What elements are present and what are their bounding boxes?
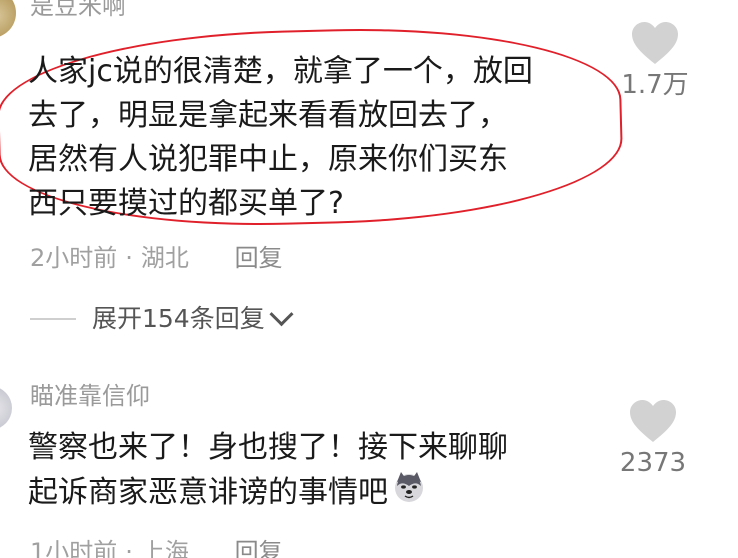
avatar[interactable]	[0, 386, 12, 430]
divider-line	[30, 317, 76, 320]
comment-text: 人家jc说的很清楚，就拿了一个，放回 去了，明显是拿起来看看放回去了， 居然有人…	[28, 54, 533, 221]
expand-replies-label: 展开154条回复	[92, 304, 265, 333]
like-button[interactable]: 2373	[608, 398, 698, 476]
comment-meta: 2小时前 · 湖北 回复	[30, 246, 283, 270]
avatar[interactable]	[0, 0, 16, 38]
separator-dot: ·	[125, 244, 133, 272]
like-count: 2373	[619, 448, 687, 478]
comment-text: 警察也来了！身也搜了！接下来聊聊 起诉商家恶意诽谤的事情吧	[28, 426, 618, 517]
comment-username[interactable]: 是豆米啊	[30, 0, 126, 18]
like-count: 1.7万	[621, 70, 689, 100]
comment-meta: 1小时前 · 上海 回复	[30, 540, 283, 558]
dog-face-emoji-icon	[392, 470, 426, 517]
chevron-down-icon	[269, 302, 294, 327]
comment-username[interactable]: 瞄准靠信仰	[30, 384, 150, 408]
comment-text-content: 警察也来了！身也搜了！接下来聊聊 起诉商家恶意诽谤的事情吧	[28, 430, 508, 510]
comment-location: 上海	[140, 538, 189, 558]
heart-icon	[628, 398, 678, 444]
separator-dot: ·	[125, 538, 133, 558]
comment-list: 是豆米啊 人家jc说的很清楚，就拿了一个，放回 去了，明显是拿起来看看放回去了，…	[0, 0, 738, 558]
expand-replies-button[interactable]: 展开154条回复	[30, 302, 294, 333]
reply-button[interactable]: 回复	[235, 244, 283, 272]
comment-time: 2小时前	[30, 244, 118, 272]
like-button[interactable]: 1.7万	[610, 20, 700, 98]
comment-location: 湖北	[140, 244, 189, 272]
heart-icon	[630, 20, 680, 66]
comment-time: 1小时前	[30, 538, 118, 558]
reply-button[interactable]: 回复	[235, 538, 283, 558]
